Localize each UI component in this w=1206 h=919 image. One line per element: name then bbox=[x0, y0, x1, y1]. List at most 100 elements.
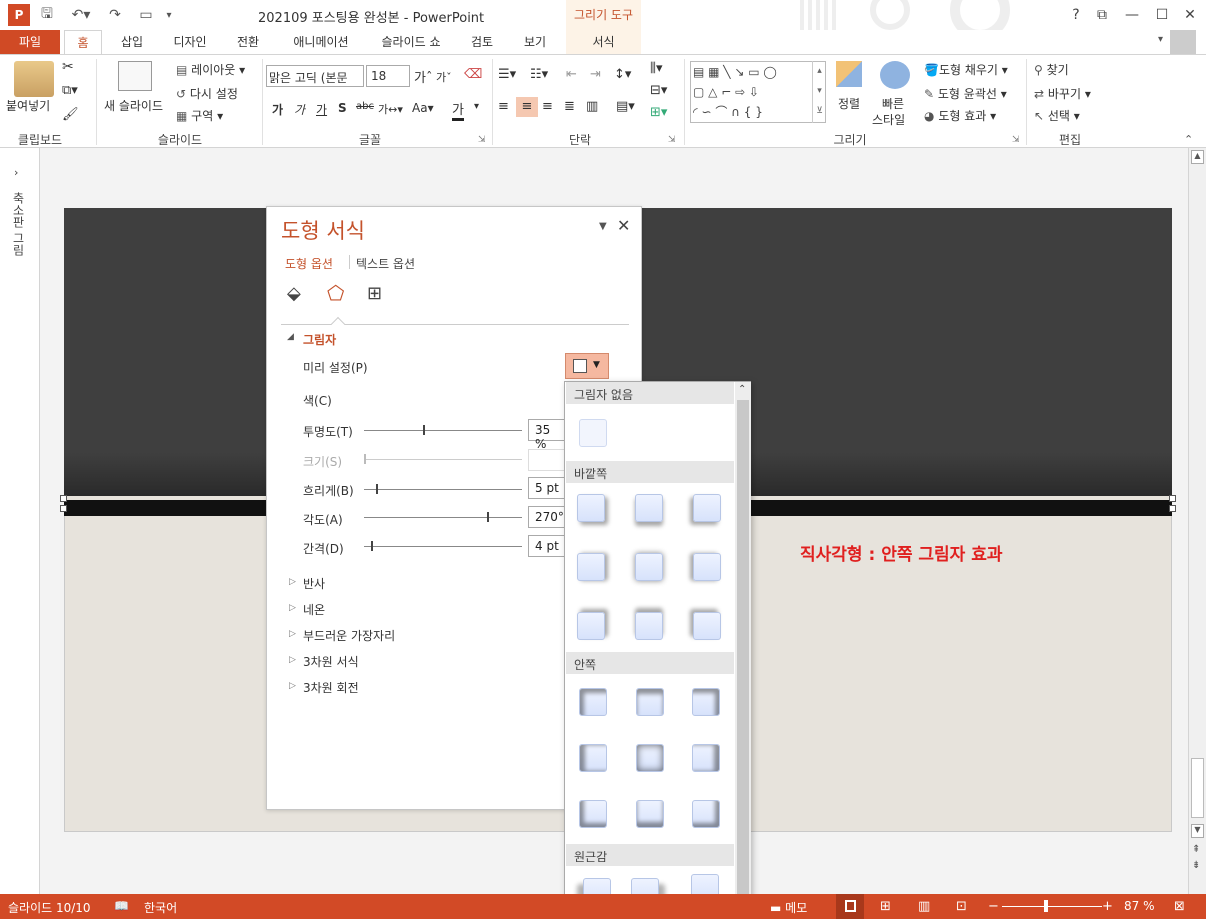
customize-qat-icon[interactable]: ▾ bbox=[162, 4, 176, 26]
zoom-slider[interactable] bbox=[1002, 906, 1102, 907]
slideshow-view-icon[interactable]: ⊡ bbox=[956, 899, 967, 914]
blur-slider[interactable] bbox=[364, 489, 522, 490]
resize-handle[interactable] bbox=[60, 505, 67, 512]
paste-button[interactable]: 붙여넣기 bbox=[6, 97, 50, 114]
quick-styles-button-line2[interactable]: 스타일 bbox=[872, 111, 905, 128]
slide-caption-text[interactable]: 직사각형 : 안쪽 그림자 효과 bbox=[800, 540, 1003, 565]
undo-icon[interactable]: ↶▾ bbox=[66, 4, 96, 26]
help-button[interactable]: ? bbox=[1064, 4, 1088, 26]
user-avatar[interactable] bbox=[1170, 30, 1196, 54]
scroll-thumb[interactable] bbox=[1191, 758, 1204, 818]
bold-icon[interactable]: 가 bbox=[272, 101, 283, 118]
effects-pentagon-icon[interactable]: ⬠ bbox=[327, 281, 344, 305]
character-spacing-icon[interactable]: 가↔▾ bbox=[378, 101, 403, 117]
shadow-preset-outer[interactable] bbox=[635, 494, 663, 522]
angle-slider-thumb[interactable] bbox=[487, 512, 489, 522]
section-3d-format[interactable]: 3차원 서식 bbox=[303, 653, 359, 670]
notes-button[interactable]: ▬ 메모 bbox=[770, 899, 807, 916]
shadow-preset-inner[interactable] bbox=[692, 800, 720, 828]
shadow-preset-outer[interactable] bbox=[577, 494, 605, 522]
format-painter-icon[interactable]: 🖌 bbox=[62, 107, 79, 122]
blur-input[interactable]: 5 pt bbox=[528, 477, 568, 499]
tab-view[interactable]: 보기 bbox=[512, 30, 558, 54]
tab-file[interactable]: 파일 bbox=[0, 30, 60, 54]
tab-slideshow[interactable]: 슬라이드 쇼 bbox=[370, 30, 452, 54]
fit-slide-icon[interactable]: ⊠ bbox=[1174, 899, 1185, 914]
cut-icon[interactable]: ✂ bbox=[62, 59, 74, 75]
tab-format[interactable]: 서식 bbox=[566, 30, 641, 54]
resize-handle[interactable] bbox=[60, 495, 67, 502]
tab-insert[interactable]: 삽입 bbox=[110, 30, 154, 54]
shadow-preset-outer[interactable] bbox=[577, 553, 605, 581]
shrink-font-icon[interactable]: 가ˇ bbox=[436, 69, 452, 85]
size-properties-icon[interactable]: ⊞ bbox=[367, 283, 382, 304]
section-button[interactable]: ▦ 구역 ▾ bbox=[176, 107, 223, 124]
scroll-up-icon[interactable]: ▲ bbox=[1191, 150, 1204, 164]
transparency-input[interactable]: 35 % bbox=[528, 419, 568, 451]
new-slide-icon[interactable] bbox=[118, 61, 152, 91]
reset-button[interactable]: ↺ 다시 설정 bbox=[176, 85, 238, 102]
shadow-preset-inner[interactable] bbox=[579, 800, 607, 828]
scroll-up-icon[interactable]: ⌃ bbox=[738, 384, 746, 395]
font-name-combo[interactable]: 맑은 고딕 (본문 bbox=[266, 65, 364, 87]
vertical-scrollbar[interactable]: ▲ ▼ ⇞ ⇟ bbox=[1188, 148, 1206, 894]
gallery-scrollbar[interactable]: ⌃ bbox=[735, 382, 751, 919]
tab-text-options[interactable]: 텍스트 옵션 bbox=[356, 255, 415, 272]
justify-icon[interactable]: ≣ bbox=[564, 99, 575, 114]
shadow-preset-inner[interactable] bbox=[692, 744, 720, 772]
slide-sorter-icon[interactable]: ⊞ bbox=[880, 899, 891, 914]
minimize-button[interactable]: — bbox=[1120, 4, 1144, 26]
shadow-preset-outer[interactable] bbox=[635, 553, 663, 581]
shadow-text-icon[interactable]: S bbox=[338, 101, 347, 115]
transparency-slider-thumb[interactable] bbox=[423, 425, 425, 435]
pane-close-icon[interactable]: ✕ bbox=[617, 216, 630, 235]
arrange-button[interactable]: 정렬 bbox=[838, 95, 860, 112]
maximize-button[interactable]: ☐ bbox=[1150, 4, 1174, 26]
align-right-icon[interactable]: ≡ bbox=[542, 99, 553, 114]
close-button[interactable]: ✕ bbox=[1178, 4, 1202, 26]
angle-slider[interactable] bbox=[364, 517, 522, 518]
align-left-icon[interactable]: ≡ bbox=[498, 99, 509, 114]
drawing-dialog-launcher-icon[interactable]: ⇲ bbox=[1012, 135, 1020, 145]
shapes-gallery[interactable]: ▤ ▦ ╲ ↘ ▭ ◯ ▢ △ ⌐ ⇨ ⇩ ◜ ∽ ⌒ ∩ { } bbox=[690, 61, 826, 123]
underline-icon[interactable]: 가 bbox=[316, 101, 327, 118]
tab-design[interactable]: 디자인 bbox=[164, 30, 216, 54]
shadow-preset-inner[interactable] bbox=[636, 744, 664, 772]
section-3d-rotation[interactable]: 3차원 회전 bbox=[303, 679, 359, 696]
shadow-preset-none[interactable] bbox=[579, 419, 607, 447]
align-text-icon[interactable]: ⊟▾ bbox=[650, 83, 667, 98]
shadow-preset-outer[interactable] bbox=[693, 612, 721, 640]
expand-thumbnails-icon[interactable]: › bbox=[14, 166, 18, 179]
change-case-icon[interactable]: Aa▾ bbox=[412, 101, 434, 115]
shape-fill-button[interactable]: 🪣도형 채우기 ▾ bbox=[924, 61, 1008, 78]
thumbnail-strip-collapsed[interactable]: › 축소판 그림 bbox=[0, 148, 40, 894]
distance-input[interactable]: 4 pt bbox=[528, 535, 568, 557]
scroll-down-icon[interactable]: ▼ bbox=[1191, 824, 1204, 838]
font-color-icon[interactable]: 가 bbox=[452, 99, 464, 121]
zoom-in-icon[interactable]: + bbox=[1102, 899, 1113, 914]
grow-font-icon[interactable]: 가ˆ bbox=[414, 67, 432, 86]
columns-icon[interactable]: ▤▾ bbox=[616, 99, 635, 114]
powerpoint-icon[interactable]: P bbox=[8, 4, 30, 26]
find-button[interactable]: ⚲ 찾기 bbox=[1034, 61, 1069, 78]
collapse-ribbon-icon[interactable]: ⌃ bbox=[1184, 133, 1193, 146]
gallery-scroll-thumb[interactable] bbox=[737, 400, 749, 917]
shadow-section-header[interactable]: 그림자 bbox=[303, 331, 336, 348]
line-spacing-icon[interactable]: ↕▾ bbox=[614, 67, 631, 82]
distance-slider-thumb[interactable] bbox=[371, 541, 373, 551]
language-indicator[interactable]: 한국어 bbox=[144, 899, 177, 916]
tab-review[interactable]: 검토 bbox=[462, 30, 502, 54]
tab-shape-options[interactable]: 도형 옵션 bbox=[285, 255, 333, 272]
shapes-gallery-scroll[interactable]: ▴ ▾ ⊻ bbox=[812, 61, 826, 123]
quick-styles-icon[interactable] bbox=[880, 61, 910, 89]
spellcheck-icon[interactable]: 📖 bbox=[114, 899, 129, 913]
quick-styles-button-line1[interactable]: 빠른 bbox=[882, 95, 904, 112]
shadow-preset-inner[interactable] bbox=[692, 688, 720, 716]
tab-animations[interactable]: 애니메이션 bbox=[280, 30, 362, 54]
font-size-combo[interactable]: 18 bbox=[366, 65, 410, 87]
next-slide-icon[interactable]: ⇟ bbox=[1192, 860, 1200, 871]
layout-button[interactable]: ▤ 레이아웃 ▾ bbox=[176, 61, 245, 78]
section-glow[interactable]: 네온 bbox=[303, 601, 325, 618]
tab-transitions[interactable]: 전환 bbox=[226, 30, 270, 54]
font-dialog-launcher-icon[interactable]: ⇲ bbox=[478, 135, 486, 145]
